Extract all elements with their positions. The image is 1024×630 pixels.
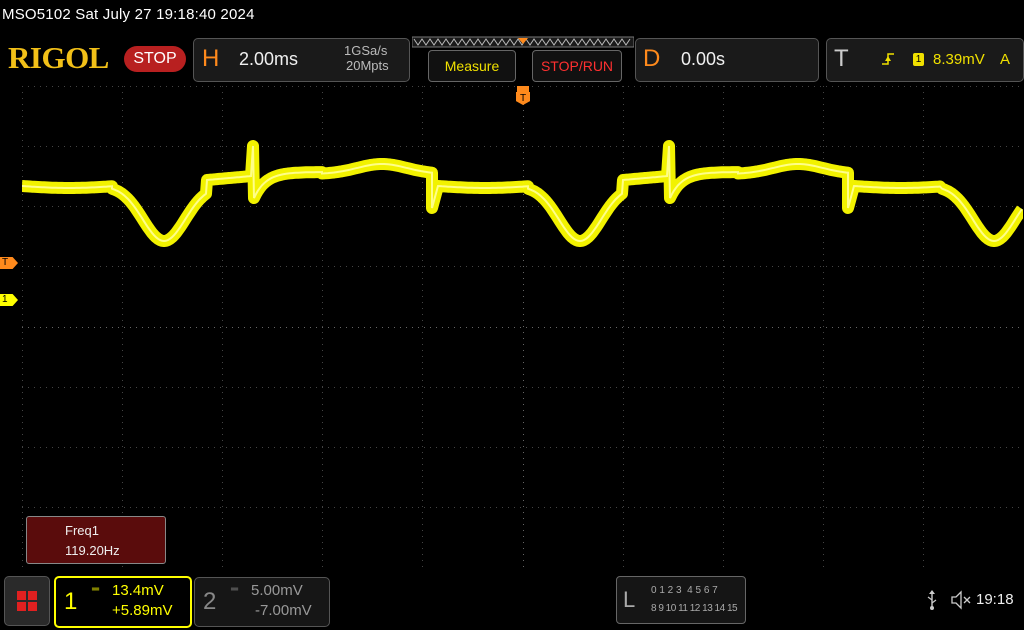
logic-channels-panel[interactable]: L 0 1 2 3 4 5 6 7 8 9 10 11 12 13 14 15 [616, 576, 746, 624]
waveform-display[interactable] [22, 86, 1023, 567]
measurement-name: Freq1 [65, 523, 99, 538]
channel2-scale: 5.00mV [251, 582, 303, 599]
channel1-trace [22, 140, 1023, 247]
channel1-panel[interactable]: 1 ═ 13.4mV +5.89mV [54, 576, 192, 628]
trigger-level-marker[interactable]: T [0, 257, 18, 269]
channel2-panel[interactable]: 2 ═ 5.00mV -7.00mV [194, 577, 330, 627]
system-clock: 19:18 [976, 591, 1014, 608]
menu-grid-icon [17, 591, 37, 611]
speaker-muted-icon[interactable] [950, 590, 972, 610]
logic-row-1: 0 1 2 3 4 5 6 7 [651, 585, 718, 596]
measure-button[interactable]: Measure [428, 50, 516, 82]
delay-panel[interactable]: D 0.00s [635, 38, 819, 82]
memory-depth: 20Mpts [346, 58, 389, 73]
run-state-badge[interactable]: STOP [124, 46, 186, 72]
trigger-mode: A [1000, 51, 1011, 68]
channel2-number: 2 [203, 588, 217, 615]
status-line: MSO5102 Sat July 27 19:18:40 2024 [2, 6, 255, 23]
horizontal-letter: H [202, 45, 220, 72]
channel2-offset: -7.00mV [255, 602, 312, 619]
timebase-value: 2.00ms [239, 49, 299, 69]
channel1-scale: 13.4mV [112, 582, 164, 599]
usb-icon [927, 590, 937, 610]
trigger-source-badge: 1 [913, 53, 924, 66]
sample-rate: 1GSa/s [344, 43, 388, 58]
channel1-offset: +5.89mV [112, 602, 173, 619]
memory-position-bar [412, 36, 634, 48]
stop-run-button[interactable]: STOP/RUN [532, 50, 622, 82]
trigger-level: 8.39mV [933, 51, 985, 68]
logic-letter: L [623, 587, 636, 612]
menu-button[interactable] [4, 576, 50, 626]
rising-edge-icon [882, 53, 894, 65]
rigol-logo: RIGOL [8, 40, 109, 75]
frequency-measurement[interactable]: Freq1 119.20Hz [26, 516, 166, 564]
graticule [22, 86, 1023, 567]
logic-row-2: 8 9 10 11 12 13 14 15 [651, 603, 738, 614]
delay-value: 0.00s [681, 49, 726, 69]
trigger-position-marker[interactable]: T [516, 86, 530, 108]
trigger-panel[interactable]: T 1 8.39mV A [826, 38, 1024, 82]
channel1-trace-core [22, 145, 1023, 243]
channel1-number: 1 [64, 588, 78, 615]
delay-letter: D [643, 45, 661, 72]
dc-coupling-icon: ═ [231, 584, 239, 595]
horizontal-panel[interactable]: H 2.00ms 1GSa/s 20Mpts [193, 38, 410, 82]
trigger-letter: T [834, 45, 849, 72]
measurement-value: 119.20Hz [65, 543, 120, 558]
channel1-offset-marker[interactable]: 1 [0, 294, 18, 306]
dc-coupling-icon: ═ [92, 584, 99, 595]
